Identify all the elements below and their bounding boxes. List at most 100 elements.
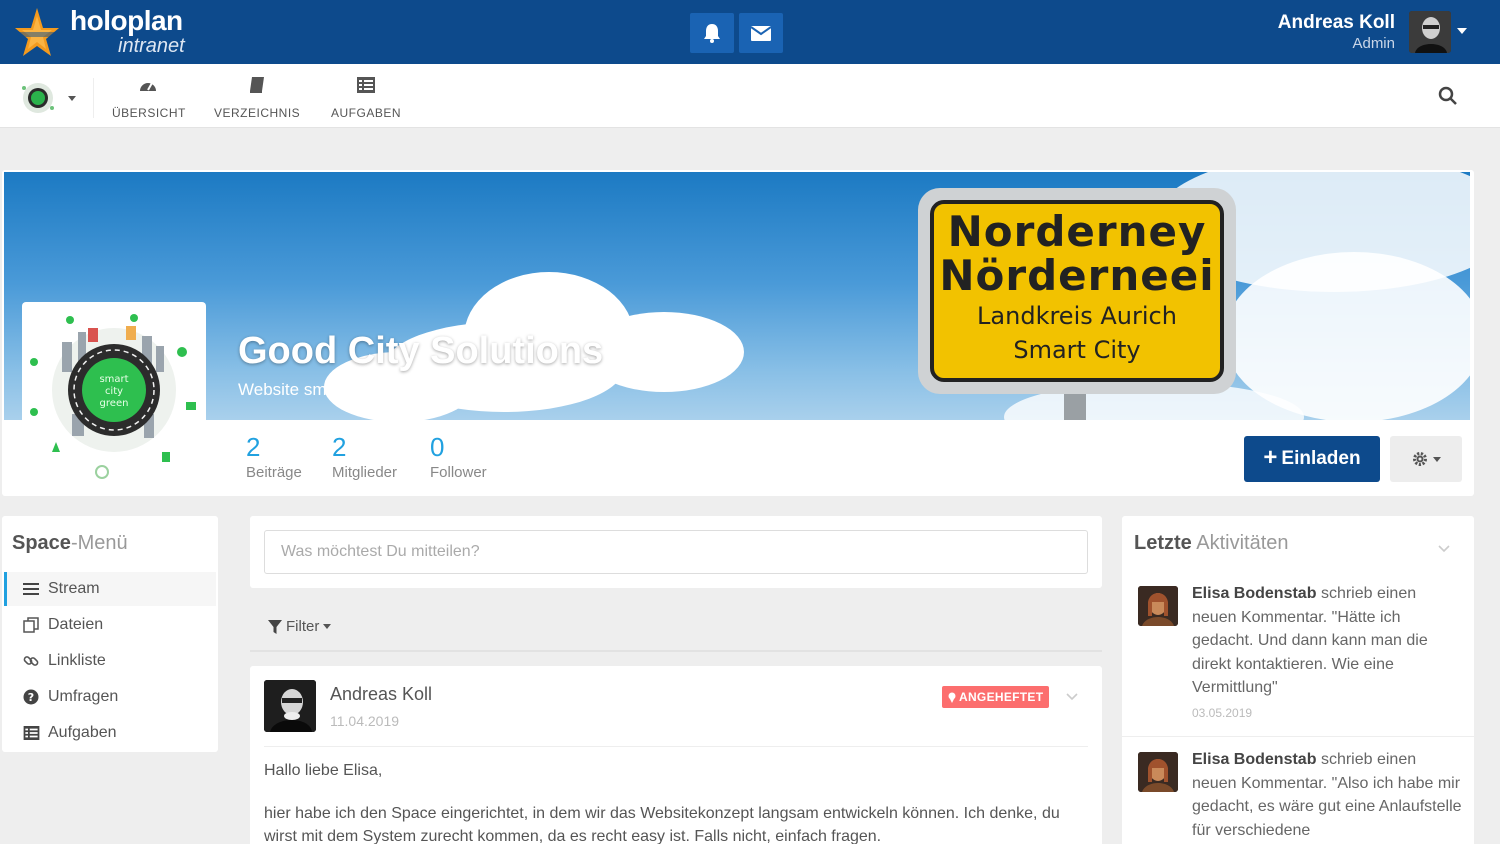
tasks-icon [23, 726, 39, 740]
entry-menu-chevron-icon[interactable] [1066, 688, 1078, 706]
holoplan-logo-icon[interactable] [14, 6, 60, 58]
stat-value: 0 [430, 432, 445, 462]
title-rest: -Menü [70, 532, 128, 554]
svg-text:?: ? [28, 691, 34, 704]
activity-avatar[interactable] [1138, 586, 1178, 626]
stat-label: Follower [430, 464, 487, 481]
nav-label: ÜBERSICHT [112, 106, 186, 120]
brand-subtitle: intranet [118, 35, 185, 57]
filter-dropdown[interactable]: Filter [268, 618, 332, 635]
stat-value: 2 [246, 432, 261, 462]
space-logo[interactable]: smart city green [22, 302, 206, 486]
menu-label: Stream [48, 580, 100, 597]
link-icon [23, 656, 39, 666]
nav-label: AUFGABEN [330, 106, 401, 120]
menu-item-tasks[interactable]: Aufgaben [4, 716, 216, 750]
space-title: Good City Solutions [238, 330, 604, 372]
entry-date[interactable]: 11.04.2019 [330, 713, 399, 729]
stat-value: 2 [332, 432, 347, 462]
menu-item-links[interactable]: Linkliste [4, 644, 216, 678]
post-composer: Was möchtest Du mitteilen? [250, 516, 1102, 588]
pinned-badge: ANGEHEFTET [942, 686, 1050, 708]
sign-line-3: Landkreis Aurich [977, 302, 1177, 330]
divider [250, 650, 1102, 652]
menu-label: Umfragen [48, 688, 119, 705]
chevron-down-icon [1432, 456, 1441, 462]
logo-text-3: green [100, 398, 129, 409]
sign-line-2: Nörderneei [939, 251, 1215, 300]
envelope-icon [751, 25, 771, 41]
tasks-icon [357, 77, 375, 93]
search-icon [1438, 86, 1457, 105]
activity-text: Elisa Bodenstab schrieb einen neuen Komm… [1192, 748, 1464, 842]
sign-line-4: Smart City [1013, 336, 1141, 364]
chevron-down-icon [323, 624, 332, 629]
title-rest: Aktivitäten [1196, 532, 1289, 554]
gear-icon [1412, 452, 1427, 466]
logo-text-2: city [105, 386, 123, 397]
notifications-button[interactable] [690, 13, 734, 53]
title-bold: Space [12, 532, 71, 554]
user-menu-caret-icon[interactable] [1457, 28, 1467, 34]
space-description: Website smartcity.green [238, 380, 419, 399]
menu-label: Linkliste [48, 652, 106, 669]
messages-button[interactable] [739, 13, 783, 53]
invite-label: Einladen [1281, 448, 1361, 469]
nav-item-tasks[interactable]: AUFGABEN [330, 74, 402, 120]
map-pin-icon [948, 692, 956, 703]
space-header: Norderney Nörderneei Landkreis Aurich Sm… [2, 170, 1474, 496]
activity-panel: Letzte Aktivitäten Elisa Bodenstab schri… [1122, 516, 1474, 844]
brand-name: holoplan [70, 5, 183, 36]
entry-greeting: Hallo liebe Elisa, [264, 762, 383, 779]
filter-icon [268, 619, 282, 634]
dashboard-icon [140, 82, 156, 91]
activity-user[interactable]: Elisa Bodenstab [1192, 585, 1316, 602]
space-logo-icon [22, 83, 54, 113]
user-avatar[interactable] [1409, 11, 1451, 53]
stat-label: Mitglieder [332, 464, 398, 481]
brand[interactable]: holoplan intranet [70, 5, 185, 57]
stream-entry: Andreas Koll 11.04.2019 ANGEHEFTET Hallo… [250, 666, 1102, 844]
post-input[interactable]: Was möchtest Du mitteilen? [264, 530, 1088, 574]
logo-text-1: smart [99, 374, 128, 385]
search-button[interactable] [1438, 86, 1458, 111]
top-bar: holoplan intranet Andreas Koll Admin [0, 0, 1500, 64]
menu-item-stream[interactable]: Stream [4, 572, 216, 606]
filter-label: Filter [286, 618, 320, 635]
space-menu: Space-Menü Stream Dateien Linkliste ? Um… [2, 516, 218, 752]
divider [264, 746, 1088, 747]
title-bold: Letzte [1134, 532, 1192, 554]
nav-label: VERZEICHNIS [214, 106, 301, 120]
bell-icon [704, 24, 720, 43]
nav-item-directory[interactable]: VERZEICHNIS [214, 74, 300, 120]
space-banner-image: Norderney Nörderneei Landkreis Aurich Sm… [4, 172, 1470, 420]
activity-date: 03.05.2019 [1192, 706, 1253, 720]
user-name[interactable]: Andreas Koll [1278, 12, 1395, 34]
town-sign: Norderney Nörderneei Landkreis Aurich Sm… [918, 188, 1236, 394]
book-icon [250, 77, 264, 93]
activity-collapse-chevron-icon[interactable] [1438, 540, 1450, 558]
stat-label: Beiträge [246, 464, 302, 481]
space-settings-button[interactable] [1390, 436, 1462, 482]
space-menu-title: Space-Menü [12, 532, 128, 555]
invite-button[interactable]: + Einladen [1244, 436, 1380, 482]
entry-body: hier habe ich den Space eingerichtet, in… [264, 805, 1060, 844]
space-chooser[interactable] [12, 78, 94, 118]
menu-item-files[interactable]: Dateien [4, 608, 216, 642]
stat-posts[interactable]: 2 Beiträge [246, 432, 302, 481]
stat-followers[interactable]: 0 Follower [430, 432, 487, 481]
entry-author[interactable]: Andreas Koll [330, 684, 432, 705]
nav-item-overview[interactable]: ÜBERSICHT [112, 74, 186, 120]
chevron-down-icon [68, 96, 76, 101]
bars-icon [23, 583, 39, 595]
menu-item-polls[interactable]: ? Umfragen [4, 680, 216, 714]
plus-icon: + [1263, 444, 1278, 471]
stat-members[interactable]: 2 Mitglieder [332, 432, 397, 481]
divider [1122, 736, 1474, 737]
user-role: Admin [1352, 35, 1395, 52]
activity-avatar[interactable] [1138, 752, 1178, 792]
activity-user[interactable]: Elisa Bodenstab [1192, 751, 1316, 768]
pinned-label: ANGEHEFTET [959, 690, 1044, 704]
author-avatar[interactable] [264, 680, 316, 732]
menu-label: Dateien [48, 616, 104, 633]
